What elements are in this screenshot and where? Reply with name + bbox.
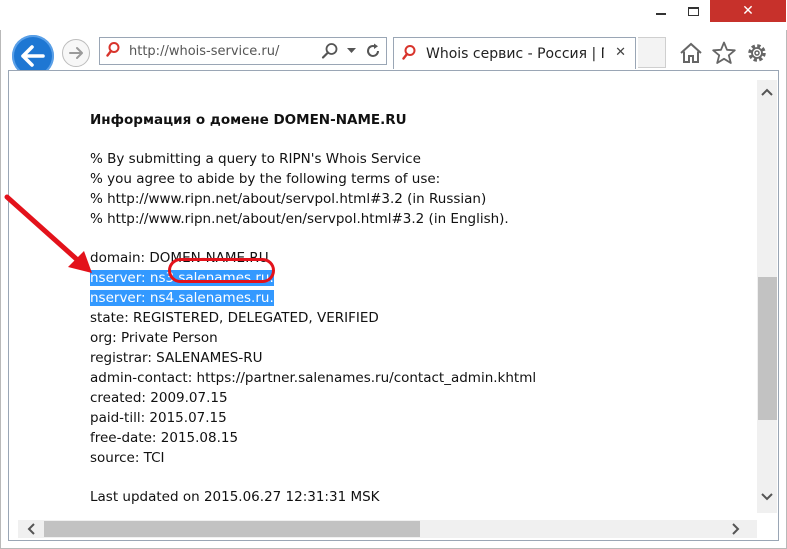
free-date-line: free-date: 2015.08.15 (90, 430, 239, 446)
minimize-button[interactable] (646, 0, 676, 22)
dropdown-icon[interactable] (347, 48, 356, 54)
created-line: created: 2009.07.15 (90, 390, 228, 406)
new-tab-button[interactable] (638, 37, 666, 68)
back-arrow-icon (21, 45, 45, 67)
site-favicon-icon (106, 41, 122, 61)
scroll-up-icon[interactable] (757, 83, 777, 101)
tab-favicon-icon (402, 44, 418, 64)
search-icon[interactable] (321, 42, 339, 60)
home-button[interactable] (678, 40, 704, 66)
horizontal-scroll-thumb[interactable] (44, 521, 420, 537)
annotation-highlight-ellipse (168, 258, 275, 283)
terms-line-1: % By submitting a query to RIPN's Whois … (90, 151, 421, 167)
scroll-left-icon[interactable] (22, 520, 40, 538)
tab-close-icon[interactable]: ✕ (615, 45, 626, 60)
page-title: Информация о домене DOMEN-NAME.RU (90, 112, 407, 128)
terms-line-3: % http://www.ripn.net/about/servpol.html… (90, 191, 487, 207)
scroll-right-icon[interactable] (727, 520, 745, 538)
scroll-down-icon[interactable] (757, 488, 777, 506)
registrar-line: registrar: SALENAMES-RU (90, 350, 263, 366)
forward-arrow-icon (69, 47, 83, 59)
terms-line-4: % http://www.ripn.net/about/en/servpol.h… (90, 211, 509, 227)
paid-till-line: paid-till: 2015.07.15 (90, 410, 227, 426)
state-line: state: REGISTERED, DELEGATED, VERIFIED (90, 310, 379, 326)
tab-whois-service[interactable]: Whois сервис - Россия | П... ✕ (393, 37, 636, 69)
close-window-button[interactable]: ✕ (710, 0, 786, 22)
nserver-line-2: nserver: ns4.salenames.ru. (90, 290, 274, 306)
address-url[interactable]: http://whois-service.ru/ (129, 44, 317, 59)
admin-contact-line: admin-contact: https://partner.salenames… (90, 370, 537, 386)
address-bar[interactable]: http://whois-service.ru/ (99, 37, 387, 65)
source-line: source: TCI (90, 450, 165, 466)
close-icon: ✕ (742, 3, 754, 19)
star-icon (712, 41, 736, 64)
last-updated-line: Last updated on 2015.06.27 12:31:31 MSK (90, 489, 380, 505)
favorites-button[interactable] (711, 40, 737, 66)
maximize-icon (687, 6, 699, 16)
minimize-icon (656, 13, 666, 15)
home-icon (680, 42, 702, 63)
annotation-arrow (4, 194, 92, 273)
tab-title: Whois сервис - Россия | П... (426, 45, 604, 62)
gear-icon (748, 44, 766, 62)
forward-button[interactable] (62, 39, 90, 67)
terms-line-2: % you agree to abide by the following te… (90, 171, 441, 187)
vertical-scroll-thumb[interactable] (758, 277, 777, 420)
org-line: org: Private Person (90, 330, 218, 346)
settings-button[interactable] (744, 40, 770, 66)
maximize-button[interactable] (678, 0, 708, 22)
whois-result: Информация о домене DOMEN-NAME.RU % By s… (90, 110, 740, 507)
refresh-icon[interactable] (364, 42, 382, 60)
